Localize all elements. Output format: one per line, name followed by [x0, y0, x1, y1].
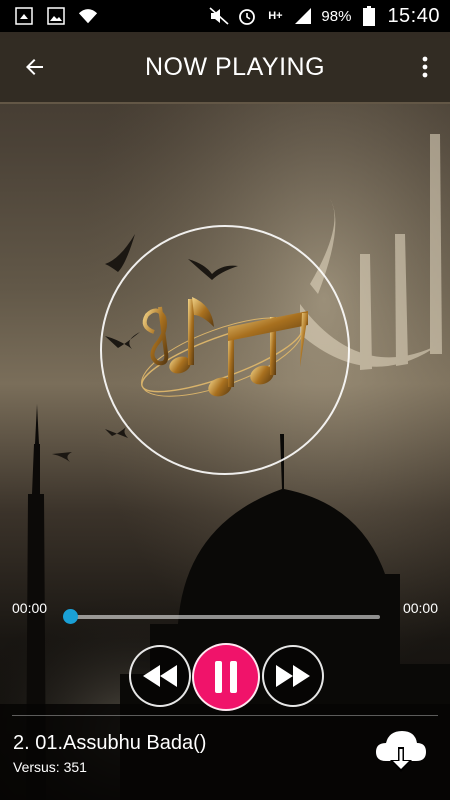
pause-icon [215, 661, 237, 693]
cloud-download-icon [376, 731, 426, 772]
rewind-icon [143, 665, 177, 687]
alarm-icon [237, 6, 257, 26]
album-art [100, 225, 350, 475]
app-bar: NOW PLAYING [0, 32, 450, 104]
back-button[interactable] [0, 32, 70, 102]
player-screen: H+ 98% 15:40 NOW PLAYING 00:00 00:00 2. … [0, 0, 450, 800]
verses-info: Versus: 351 [13, 759, 87, 775]
wifi-icon [78, 6, 98, 26]
screenshot-icon [14, 6, 34, 26]
music-notes-icon [141, 297, 308, 397]
seek-thumb[interactable] [62, 609, 78, 624]
page-title: NOW PLAYING [144, 52, 326, 81]
clock: 15:40 [387, 4, 440, 27]
battery-percent: 98% [321, 7, 352, 25]
fast-forward-icon [276, 665, 310, 687]
total-time: 00:00 [402, 600, 438, 616]
track-title: 2. 01.Assubhu Bada() [13, 732, 207, 754]
play-pause-button[interactable] [192, 643, 260, 711]
download-button[interactable] [374, 727, 428, 775]
arrow-left-icon [26, 59, 43, 75]
rewind-button[interactable] [129, 645, 191, 707]
seek-bar[interactable] [70, 615, 380, 619]
elapsed-time: 00:00 [12, 600, 48, 616]
hplus-icon: H+ [268, 10, 283, 22]
divider [12, 715, 438, 716]
mute-icon [209, 6, 229, 26]
image-icon [46, 6, 66, 26]
fast-forward-button[interactable] [262, 645, 324, 707]
status-bar: H+ 98% 15:40 [0, 0, 450, 32]
battery-icon [359, 6, 379, 26]
verses-count: 351 [63, 759, 87, 775]
signal-icon [293, 6, 313, 26]
overflow-menu-button[interactable] [400, 32, 450, 102]
verses-label: Versus: [13, 759, 60, 775]
more-vert-icon [422, 56, 428, 78]
